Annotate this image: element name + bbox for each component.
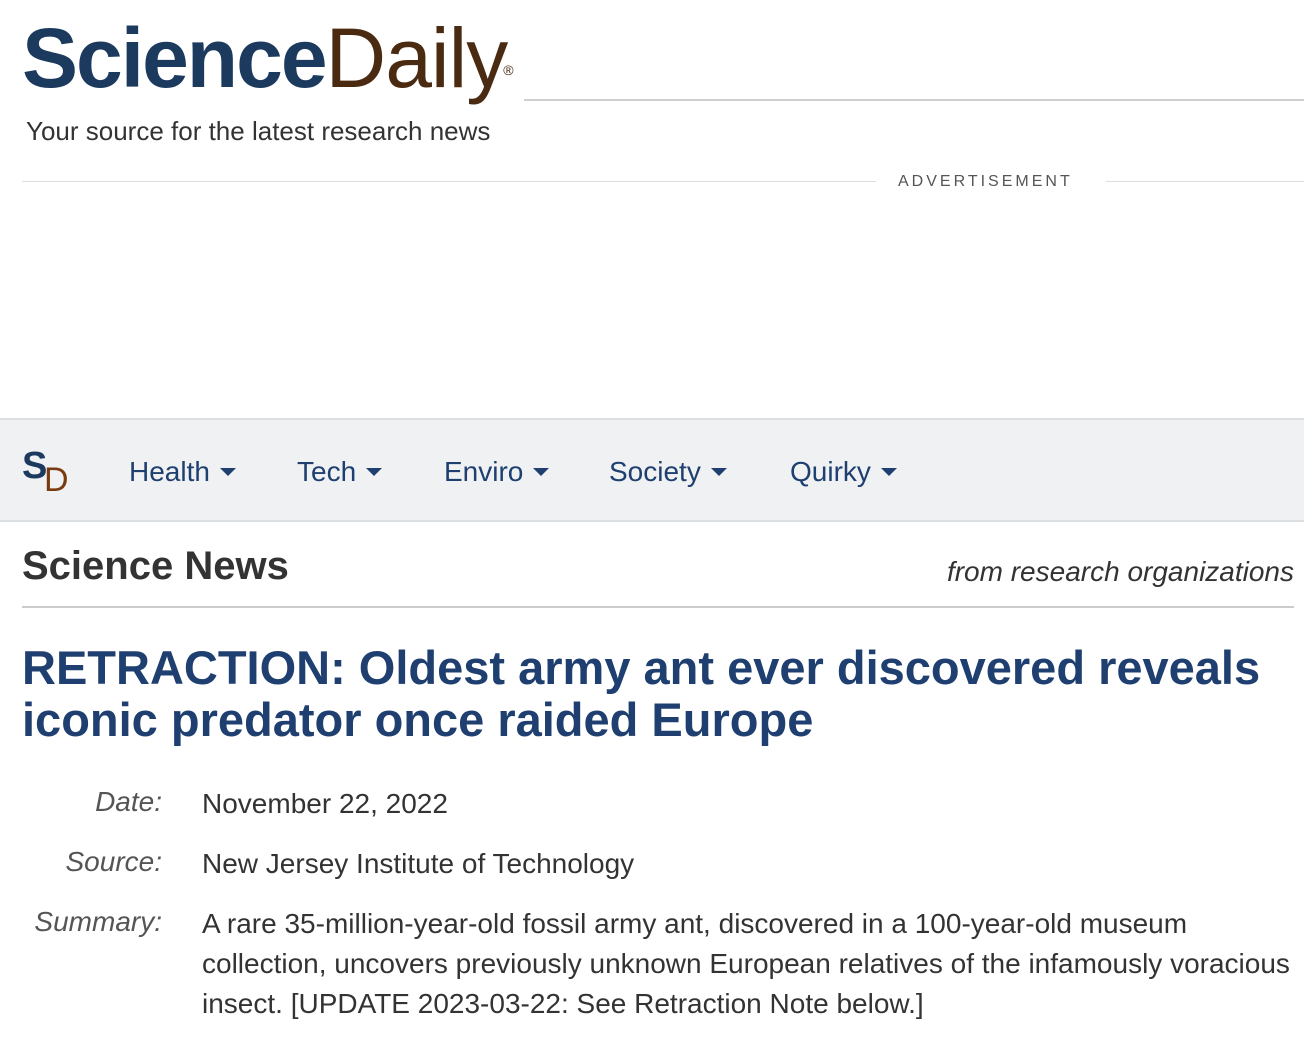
header-divider: [524, 99, 1304, 101]
site-tagline: Your source for the latest research news: [26, 116, 491, 146]
nav-item-enviro[interactable]: Enviro: [444, 452, 550, 492]
nav-item-label: Enviro: [444, 456, 524, 487]
main-nav: S D Health Tech Enviro Society Quirky: [0, 418, 1304, 522]
nav-item-label: Health: [129, 456, 210, 487]
nav-home-logo[interactable]: S D: [22, 446, 82, 499]
nav-item-label: Tech: [297, 456, 357, 487]
source-value: New Jersey Institute of Technology: [202, 848, 635, 879]
section-title: Science News: [22, 544, 289, 588]
nav-item-label: Quirky: [790, 456, 871, 487]
site-header: ScienceDaily®: [22, 10, 1304, 106]
logo-science-text: Science: [22, 11, 328, 105]
summary-value: A rare 35-million-year-old fossil army a…: [202, 908, 1290, 1019]
nav-item-tech[interactable]: Tech: [297, 452, 383, 492]
ad-divider-left: [22, 181, 876, 182]
date-label: Date:: [95, 786, 162, 817]
caret-down-icon: [366, 467, 383, 476]
caret-down-icon: [219, 467, 236, 476]
article-headline: RETRACTION: Oldest army ant ever discove…: [22, 641, 1261, 746]
nav-item-health[interactable]: Health: [129, 452, 236, 492]
registered-mark: ®: [503, 62, 514, 78]
advertisement-label: ADVERTISEMENT: [898, 173, 1073, 190]
nav-logo-d: D: [44, 461, 69, 499]
nav-item-label: Society: [609, 456, 701, 487]
nav-item-quirky[interactable]: Quirky: [790, 452, 897, 492]
ad-divider-right: [1106, 181, 1304, 182]
section-divider: [22, 606, 1294, 608]
summary-label: Summary:: [34, 906, 162, 937]
caret-down-icon: [880, 467, 897, 476]
caret-down-icon: [533, 467, 550, 476]
date-value: November 22, 2022: [202, 788, 448, 819]
logo-daily-text: Daily: [325, 11, 509, 105]
section-subtitle: from research organizations: [946, 556, 1294, 587]
caret-down-icon: [710, 467, 727, 476]
nav-item-society[interactable]: Society: [609, 452, 727, 492]
source-label: Source:: [65, 846, 163, 877]
site-logo[interactable]: ScienceDaily®: [22, 10, 518, 106]
advertisement-header: ADVERTISEMENT: [22, 172, 1304, 192]
page: ScienceDaily® Your source for the latest…: [0, 0, 1304, 1040]
